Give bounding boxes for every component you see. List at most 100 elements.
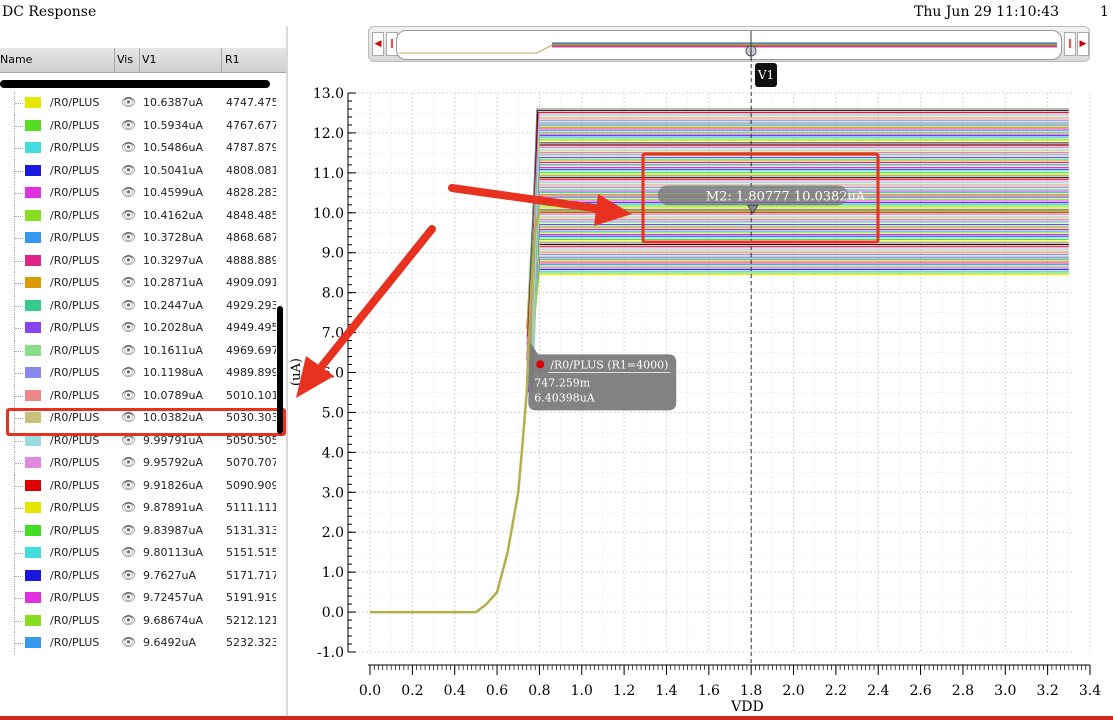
series-line [527, 136, 1069, 377]
series-line [529, 146, 1069, 345]
overview-window[interactable] [396, 30, 1062, 60]
eye-icon[interactable]: 👁 [121, 635, 136, 649]
trace-r1-value: 4747.475 [226, 96, 276, 109]
list-scrollbar[interactable] [277, 306, 283, 434]
trace-v1-value: 9.68674uA [143, 613, 203, 627]
trace-v1-value: 10.1198uA [143, 366, 203, 379]
panel-splitter[interactable] [286, 26, 288, 720]
cursor-label[interactable]: V1 [755, 63, 777, 87]
x-tick-label: 0.4 [444, 683, 466, 699]
col-r1[interactable]: R1 [225, 53, 240, 66]
series-line [530, 172, 1069, 385]
eye-icon[interactable]: 👁 [121, 298, 136, 312]
eye-icon[interactable]: 👁 [121, 455, 136, 469]
trace-r1-value: 5111.111 [226, 501, 276, 514]
trace-row[interactable]: /R0/PLUS 👁 10.1198uA 4989.899 [0, 362, 288, 385]
trace-row[interactable]: /R0/PLUS 👁 10.4599uA 4828.283 [0, 182, 288, 205]
color-swatch [25, 434, 41, 446]
y-tick-label: 2.0 [322, 525, 344, 541]
eye-icon[interactable]: 👁 [121, 320, 136, 334]
eye-icon[interactable]: 👁 [121, 118, 136, 132]
trace-row[interactable]: /R0/PLUS 👁 9.7627uA 5171.717 [0, 564, 288, 587]
y-tick-label: 11.0 [313, 166, 344, 182]
trace-row[interactable]: /R0/PLUS 👁 9.68674uA 5212.121 [0, 609, 288, 632]
color-swatch [25, 254, 41, 266]
eye-icon[interactable]: 👁 [121, 163, 136, 177]
trace-row[interactable]: /R0/PLUS 👁 10.2871uA 4909.091 [0, 272, 288, 295]
series-line [531, 237, 1069, 377]
eye-icon[interactable]: 👁 [121, 365, 136, 379]
trace-row[interactable]: /R0/PLUS 👁 9.83987uA 5131.313 [0, 519, 288, 542]
trace-name: /R0/PLUS [50, 568, 100, 582]
eye-icon[interactable]: 👁 [121, 613, 136, 627]
handle-right-icon[interactable]: ‖ [1064, 32, 1076, 56]
series-line [531, 157, 1069, 393]
series-line [532, 182, 1069, 353]
x-tick-label: 0.6 [486, 683, 508, 699]
trace-name: /R0/PLUS [50, 141, 100, 154]
eye-icon[interactable]: 👁 [121, 343, 136, 357]
trace-row[interactable]: /R0/PLUS 👁 9.87891uA 5111.111 [0, 497, 288, 520]
y-tick-label: 6.0 [322, 366, 344, 382]
col-vis[interactable]: Vis [117, 53, 133, 66]
series-line [526, 167, 1069, 361]
y-tick-label: -1.0 [317, 645, 344, 661]
eye-icon[interactable]: 👁 [121, 388, 136, 402]
eye-icon[interactable]: 👁 [121, 140, 136, 154]
series-line [526, 234, 1069, 361]
scroll-right-icon[interactable]: ▶ [1077, 32, 1089, 56]
eye-icon[interactable]: 👁 [121, 275, 136, 289]
trace-row[interactable]: /R0/PLUS 👁 9.80113uA 5151.515 [0, 542, 288, 565]
trace-row[interactable]: /R0/PLUS 👁 10.1611uA 4969.697 [0, 339, 288, 362]
trace-row[interactable]: /R0/PLUS 👁 10.2447uA 4929.293 [0, 294, 288, 317]
color-swatch [25, 389, 41, 401]
trace-row[interactable]: /R0/PLUS 👁 10.6387uA 4747.475 [0, 92, 288, 115]
highlighted-series-line [370, 209, 1069, 614]
trace-name: /R0/PLUS [50, 613, 100, 627]
annotation-box [641, 152, 880, 244]
trace-row[interactable]: /R0/PLUS 👁 10.5486uA 4787.879 [0, 137, 288, 160]
series-line [527, 217, 1069, 361]
trace-row[interactable]: /R0/PLUS 👁 10.0789uA 5010.101 [0, 384, 288, 407]
eye-icon[interactable]: 👁 [121, 590, 136, 604]
eye-icon[interactable]: 👁 [121, 95, 136, 109]
trace-row[interactable]: /R0/PLUS 👁 9.95792uA 5070.707 [0, 452, 288, 475]
redaction-bar [0, 80, 270, 88]
trace-row[interactable]: /R0/PLUS 👁 9.6492uA 5232.323 [0, 632, 288, 655]
eye-icon[interactable]: 👁 [121, 185, 136, 199]
trace-row[interactable]: /R0/PLUS 👁 10.2028uA 4949.495 [0, 317, 288, 340]
x-tick-label: 3.0 [994, 683, 1016, 699]
column-header: Name Vis V1 R1 [0, 48, 288, 73]
eye-icon[interactable]: 👁 [121, 253, 136, 267]
eye-icon[interactable]: 👁 [121, 568, 136, 582]
trace-row[interactable]: /R0/PLUS 👁 10.4162uA 4848.485 [0, 204, 288, 227]
col-name[interactable]: Name [0, 53, 32, 66]
trace-v1-value: 10.6387uA [143, 96, 203, 109]
eye-icon[interactable]: 👁 [121, 208, 136, 222]
trace-row[interactable]: /R0/PLUS 👁 9.72457uA 5191.919 [0, 587, 288, 610]
scroll-left-icon[interactable]: ◀ [372, 32, 384, 56]
eye-icon[interactable]: 👁 [121, 523, 136, 537]
eye-icon[interactable]: 👁 [121, 545, 136, 559]
trace-row[interactable]: /R0/PLUS 👁 9.91826uA 5090.909 [0, 474, 288, 497]
trace-v1-value: 9.7627uA [143, 568, 196, 582]
y-tick-label: 8.0 [322, 286, 344, 302]
x-tick-label: 0.2 [401, 683, 423, 699]
trace-name: /R0/PLUS [50, 208, 100, 222]
series-line [532, 128, 1069, 337]
trace-row[interactable]: /R0/PLUS 👁 10.5934uA 4767.677 [0, 114, 288, 137]
trace-row[interactable]: /R0/PLUS 👁 10.5041uA 4808.081 [0, 159, 288, 182]
trace-row[interactable]: /R0/PLUS 👁 10.3297uA 4888.889 [0, 249, 288, 272]
series-line [527, 165, 1069, 353]
eye-icon[interactable]: 👁 [121, 500, 136, 514]
overview-strip[interactable]: ◀ ‖ ‖ ▶ [368, 26, 1090, 64]
x-tick-label: 2.0 [782, 683, 804, 699]
series-line [527, 245, 1069, 337]
eye-icon[interactable]: 👁 [121, 230, 136, 244]
selected-row-highlight [6, 408, 286, 436]
trace-row[interactable]: /R0/PLUS 👁 10.3728uA 4868.687 [0, 227, 288, 250]
eye-icon[interactable]: 👁 [121, 478, 136, 492]
series-line [531, 130, 1069, 345]
col-v1[interactable]: V1 [142, 53, 157, 66]
series-line [527, 232, 1069, 353]
